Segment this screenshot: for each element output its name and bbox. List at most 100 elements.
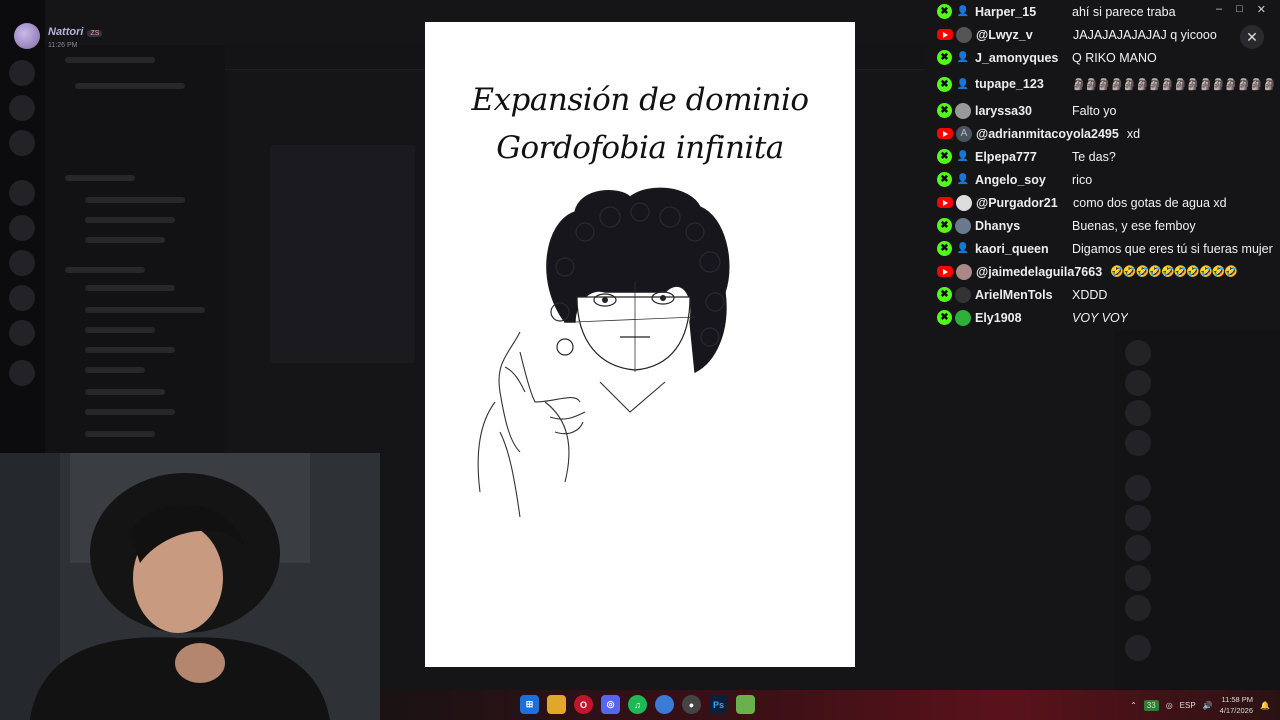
notification-badge: ZS [87, 30, 103, 37]
chat-message: ✖ ArielMenTols XDDD [932, 283, 1280, 306]
language-indicator[interactable]: ESP [1180, 701, 1196, 710]
chat-username: Angelo_soy [975, 172, 1046, 187]
chat-username: @adrianmitacoyola2495 [976, 126, 1119, 141]
tray-badge[interactable]: 33 [1143, 699, 1159, 711]
clock-time: 11:58 PM [1221, 695, 1254, 704]
chat-username: Elpepa777 [975, 149, 1037, 164]
kick-icon: ✖ [937, 218, 952, 233]
chat-text: Q RIKO MANO [1072, 50, 1157, 65]
chat-username: ArielMenTols [975, 287, 1053, 302]
chat-username: tupape_123 [975, 77, 1044, 91]
clock-date: 4/17/2026 [1219, 706, 1254, 715]
chat-message: @Lwyz_v JAJAJAJAJAJAJ q yicooo [932, 23, 1280, 46]
chat-username: kaori_queen [975, 241, 1049, 256]
opera-icon[interactable]: O [574, 695, 593, 714]
youtube-icon [937, 29, 953, 40]
chat-text: VOY VOY [1072, 310, 1129, 325]
notification-username: Nattori [48, 26, 84, 38]
chat-text: JAJAJAJAJAJAJ q yicooo [1073, 27, 1217, 42]
chat-message: ✖ 👤 J_amonyques Q RIKO MANO [932, 46, 1280, 69]
youtube-icon [937, 197, 953, 208]
kick-icon: ✖ [937, 76, 952, 92]
chat-text: Buenas, y ese femboy [1072, 218, 1196, 233]
chat-username: Ely1908 [975, 310, 1022, 325]
chat-message: @Purgador21 como dos gotas de agua xd [932, 191, 1280, 214]
chat-text: 🗿🗿🗿🗿🗿🗿🗿🗿🗿🗿🗿🗿🗿🗿🗿🗿 [1072, 78, 1276, 91]
chat-text: rico [1072, 172, 1093, 187]
avatar [955, 217, 971, 234]
person-icon: 👤 [956, 151, 970, 162]
channel-list [45, 45, 225, 455]
chat-text: ahí si parece traba [1072, 4, 1176, 19]
chat-message: ✖ 👤 Harper_15 ahí si parece traba [932, 0, 1280, 23]
discord-icon[interactable]: ◎ [601, 695, 620, 714]
kick-icon: ✖ [937, 287, 952, 302]
chat-username: @jaimedelaguila7663 [976, 264, 1103, 279]
file-explorer-icon[interactable] [547, 695, 566, 714]
notification-bell-icon[interactable]: 🔔 [1260, 701, 1270, 710]
chat-text: 🤣🤣🤣🤣🤣🤣🤣🤣🤣🤣 [1110, 266, 1238, 278]
discord-tray-icon[interactable]: ◎ [1166, 701, 1173, 710]
chat-text: Digamos que eres tú si fueras mujer [1072, 241, 1273, 256]
chat-text: xd [1126, 126, 1141, 141]
chat-username: Harper_15 [975, 4, 1037, 19]
clock[interactable]: 11:58 PM 4/17/2026 [1220, 694, 1253, 716]
avatar [956, 263, 972, 280]
chat-text: Falto yo [1072, 103, 1117, 118]
chat-username: Dhanys [975, 218, 1021, 233]
kick-icon: ✖ [937, 4, 952, 19]
person-icon: 👤 [956, 243, 970, 254]
chat-text: Te das? [1072, 149, 1116, 164]
chat-message: ✖ 👤 kaori_queen Digamos que eres tú si f… [932, 237, 1280, 260]
discord-notification[interactable]: Nattori ZS 11:26 PM [14, 22, 103, 49]
person-icon: 👤 [956, 6, 970, 17]
webcam-feed [0, 453, 380, 720]
avatar [956, 194, 972, 211]
chat-text: como dos gotas de agua xd [1073, 195, 1227, 210]
person-icon: 👤 [956, 78, 970, 90]
member-list [1115, 330, 1280, 690]
taskbar: ⊞ O ◎ ♫ ● Ps ⌃ 33 ◎ ESP 🔊 11:58 PM 4/17/… [380, 690, 1280, 720]
obs-icon[interactable]: ● [682, 695, 701, 714]
windows-start-icon[interactable]: ⊞ [520, 695, 539, 714]
avatar [955, 309, 971, 326]
avatar: A [956, 125, 972, 142]
chat-message: ✖ Ely1908 VOY VOY [932, 306, 1280, 329]
drawing-canvas[interactable]: Expansión de dominio Gordofobia infinita [425, 22, 855, 667]
person-icon: 👤 [956, 52, 970, 63]
avatar [955, 102, 971, 119]
app-icon[interactable] [736, 695, 755, 714]
message-image-preview [270, 145, 415, 363]
taskbar-apps: ⊞ O ◎ ♫ ● Ps [520, 695, 755, 714]
kick-icon: ✖ [937, 149, 952, 164]
youtube-icon [937, 128, 953, 139]
sketch-drawing [477, 187, 730, 518]
chat-username: J_amonyques [975, 50, 1059, 65]
kick-icon: ✖ [937, 172, 952, 187]
speaker-icon[interactable]: 🔊 [1203, 701, 1213, 710]
avatar [956, 26, 972, 43]
chat-message: A @adrianmitacoyola2495 xd [932, 122, 1280, 145]
chat-message: @jaimedelaguila7663 🤣🤣🤣🤣🤣🤣🤣🤣🤣🤣 [932, 260, 1280, 283]
kick-icon: ✖ [937, 310, 952, 325]
browser-icon[interactable] [655, 695, 674, 714]
chat-overlay: ✖ 👤 Harper_15 ahí si parece traba @Lwyz_… [932, 0, 1280, 329]
chevron-up-icon[interactable]: ⌃ [1130, 701, 1137, 710]
photoshop-icon[interactable]: Ps [709, 695, 728, 714]
webcam-person [0, 453, 380, 720]
youtube-icon [937, 266, 953, 277]
chat-username: laryssa30 [975, 103, 1033, 118]
notification-time: 11:26 PM [48, 42, 78, 49]
person-icon: 👤 [956, 174, 970, 185]
chat-text: XDDD [1072, 287, 1108, 302]
chat-message: ✖ laryssa30 Falto yo [932, 99, 1280, 122]
avatar [955, 286, 971, 303]
chat-username: @Purgador21 [976, 195, 1058, 210]
kick-icon: ✖ [937, 241, 952, 256]
chat-message: ✖ Dhanys Buenas, y ese femboy [932, 214, 1280, 237]
chat-message: ✖ 👤 Elpepa777 Te das? [932, 145, 1280, 168]
spotify-icon[interactable]: ♫ [628, 695, 647, 714]
chat-message: ✖ 👤 Angelo_soy rico [932, 168, 1280, 191]
chat-message: ✖ 👤 tupape_123 🗿🗿🗿🗿🗿🗿🗿🗿🗿🗿🗿🗿🗿🗿🗿🗿 [932, 69, 1280, 99]
kick-icon: ✖ [937, 50, 952, 65]
